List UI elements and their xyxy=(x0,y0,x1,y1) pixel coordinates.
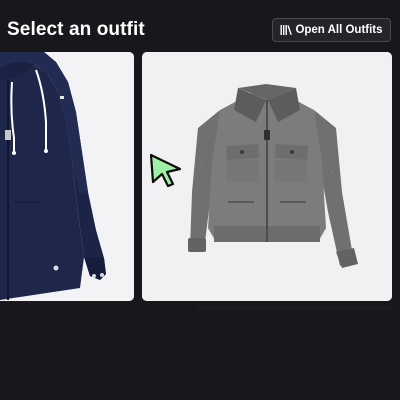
grey-bomber-jacket-image xyxy=(142,52,392,301)
open-all-outfits-button[interactable]: Open All Outfits xyxy=(272,18,391,42)
outfit-card-grey-jacket[interactable] xyxy=(142,52,392,301)
navy-hooded-jacket-image xyxy=(0,52,134,301)
card-shadow xyxy=(198,305,392,313)
open-all-outfits-label: Open All Outfits xyxy=(295,24,383,36)
page-title: Select an outfit xyxy=(7,19,145,40)
outfit-card-navy-jacket[interactable] xyxy=(0,52,134,301)
library-icon xyxy=(280,24,293,36)
outfit-selector-page: Select an outfit Open All Outfits xyxy=(0,0,400,400)
